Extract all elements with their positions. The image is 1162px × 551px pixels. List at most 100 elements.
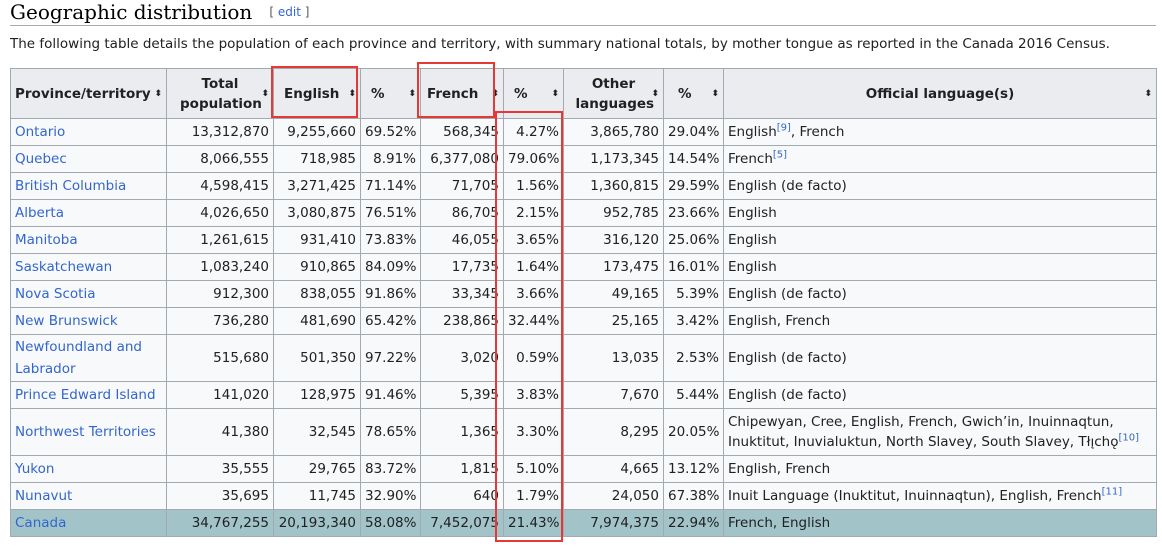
sort-icon[interactable]: ⬍ <box>711 84 719 104</box>
table-row: Northwest Territories 41,380 32,545 78.65% 1… <box>10 408 1157 456</box>
french-count-cell: 6,377,080 <box>420 145 504 173</box>
english-count-cell: 9,255,660 <box>273 118 361 146</box>
other-count-cell: 24,050 <box>563 482 664 510</box>
language-table: Province/territory ⬍ Total population ⬍ En… <box>10 68 1157 537</box>
col-header-province[interactable]: Province/territory ⬍ <box>10 68 167 119</box>
official-languages-cell: English <box>723 199 1157 227</box>
other-count-cell: 7,974,375 <box>563 509 664 537</box>
table-row: Yukon 35,555 29,765 83.72% 1,815 5.10% 4,665 13… <box>10 455 1157 483</box>
province-link[interactable]: Ontario <box>15 124 65 140</box>
other-pct-cell: 14.54% <box>663 145 724 173</box>
total-population-cell: 515,680 <box>166 334 274 382</box>
total-population-cell: 35,695 <box>166 482 274 510</box>
citation-link[interactable]: [9] <box>777 123 791 134</box>
province-cell: Saskatchewan <box>10 253 167 281</box>
french-count-cell: 238,865 <box>420 307 504 335</box>
table-row: Prince Edward Island 141,020 128,975 91.46%… <box>10 381 1157 409</box>
province-cell: Northwest Territories <box>10 408 167 456</box>
total-population-cell: 35,555 <box>166 455 274 483</box>
official-languages-cell: English[9], French <box>723 118 1157 146</box>
citation-link[interactable]: [11] <box>1102 487 1123 498</box>
english-pct-cell: 91.86% <box>360 280 421 308</box>
total-population-cell: 1,261,615 <box>166 226 274 254</box>
col-header-other-pct[interactable]: % ⬍ <box>663 68 724 119</box>
official-languages-cell: French[5] <box>723 145 1157 173</box>
english-pct-cell: 71.14% <box>360 172 421 200</box>
other-count-cell: 952,785 <box>563 199 664 227</box>
other-pct-cell: 5.44% <box>663 381 724 409</box>
col-header-official-languages[interactable]: Official language(s) ⬍ <box>723 68 1157 119</box>
province-link[interactable]: Quebec <box>15 151 67 167</box>
other-count-cell: 3,865,780 <box>563 118 664 146</box>
province-link[interactable]: Yukon <box>15 461 54 477</box>
sort-icon[interactable]: ⬍ <box>154 84 162 104</box>
sort-icon[interactable]: ⬍ <box>1144 84 1152 104</box>
french-pct-cell: 3.83% <box>503 381 564 409</box>
col-header-french[interactable]: French ⬍ <box>420 68 504 119</box>
french-count-cell: 7,452,075 <box>420 509 504 537</box>
french-pct-cell: 5.10% <box>503 455 564 483</box>
other-count-cell: 13,035 <box>563 334 664 382</box>
total-row: Canada 34,767,255 20,193,340 58.08% 7,452,07… <box>10 509 1157 537</box>
province-cell: New Brunswick <box>10 307 167 335</box>
other-count-cell: 4,665 <box>563 455 664 483</box>
french-pct-cell: 32.44% <box>503 307 564 335</box>
other-count-cell: 8,295 <box>563 408 664 456</box>
col-header-english[interactable]: English ⬍ <box>273 68 361 119</box>
english-count-cell: 718,985 <box>273 145 361 173</box>
sort-icon[interactable]: ⬍ <box>551 84 559 104</box>
citation-link[interactable]: [5] <box>773 150 787 161</box>
edit-section: [ edit ] <box>269 5 310 19</box>
province-link[interactable]: New Brunswick <box>15 313 118 329</box>
province-cell: Ontario <box>10 118 167 146</box>
province-link[interactable]: Saskatchewan <box>15 259 112 275</box>
english-pct-cell: 76.51% <box>360 199 421 227</box>
sort-icon[interactable]: ⬍ <box>491 84 499 104</box>
official-languages-cell: English, French <box>723 455 1157 483</box>
province-link[interactable]: Alberta <box>15 205 64 221</box>
province-cell: Yukon <box>10 455 167 483</box>
english-count-cell: 11,745 <box>273 482 361 510</box>
other-pct-cell: 67.38% <box>663 482 724 510</box>
other-pct-cell: 25.06% <box>663 226 724 254</box>
col-header-other-languages[interactable]: Other languages ⬍ <box>563 68 664 119</box>
sort-icon[interactable]: ⬍ <box>261 84 269 104</box>
province-cell: Canada <box>10 509 167 537</box>
province-link[interactable]: Canada <box>15 515 66 531</box>
table-row: Saskatchewan 1,083,240 910,865 84.09% 17,735… <box>10 253 1157 281</box>
province-cell: British Columbia <box>10 172 167 200</box>
other-count-cell: 25,165 <box>563 307 664 335</box>
edit-link[interactable]: edit <box>278 5 301 19</box>
sort-icon[interactable]: ⬍ <box>348 84 356 104</box>
province-link[interactable]: Newfoundland and Labrador <box>15 339 142 377</box>
sort-icon[interactable]: ⬍ <box>408 84 416 104</box>
official-languages-cell: English (de facto) <box>723 172 1157 200</box>
french-pct-cell: 21.43% <box>503 509 564 537</box>
province-link[interactable]: Nova Scotia <box>15 286 95 302</box>
french-count-cell: 5,395 <box>420 381 504 409</box>
english-pct-cell: 58.08% <box>360 509 421 537</box>
province-cell: Nunavut <box>10 482 167 510</box>
official-languages-cell: English (de facto) <box>723 334 1157 382</box>
french-count-cell: 17,735 <box>420 253 504 281</box>
french-pct-cell: 3.65% <box>503 226 564 254</box>
official-languages-cell: English <box>723 226 1157 254</box>
province-cell: Prince Edward Island <box>10 381 167 409</box>
citation-link[interactable]: [10] <box>1118 433 1139 444</box>
col-header-total-population[interactable]: Total population ⬍ <box>166 68 274 119</box>
province-link[interactable]: Nunavut <box>15 488 72 504</box>
english-pct-cell: 73.83% <box>360 226 421 254</box>
province-link[interactable]: Manitoba <box>15 232 78 248</box>
sort-icon[interactable]: ⬍ <box>651 84 659 104</box>
province-link[interactable]: Northwest Territories <box>15 424 156 440</box>
table-row: Nunavut 35,695 11,745 32.90% 640 1.79% 24,050 6… <box>10 482 1157 510</box>
col-header-english-pct[interactable]: % ⬍ <box>360 68 421 119</box>
other-pct-cell: 2.53% <box>663 334 724 382</box>
english-pct-cell: 84.09% <box>360 253 421 281</box>
french-pct-cell: 3.66% <box>503 280 564 308</box>
total-population-cell: 34,767,255 <box>166 509 274 537</box>
other-pct-cell: 22.94% <box>663 509 724 537</box>
province-link[interactable]: Prince Edward Island <box>15 387 156 403</box>
province-link[interactable]: British Columbia <box>15 178 126 194</box>
col-header-french-pct[interactable]: % ⬍ <box>503 68 564 119</box>
